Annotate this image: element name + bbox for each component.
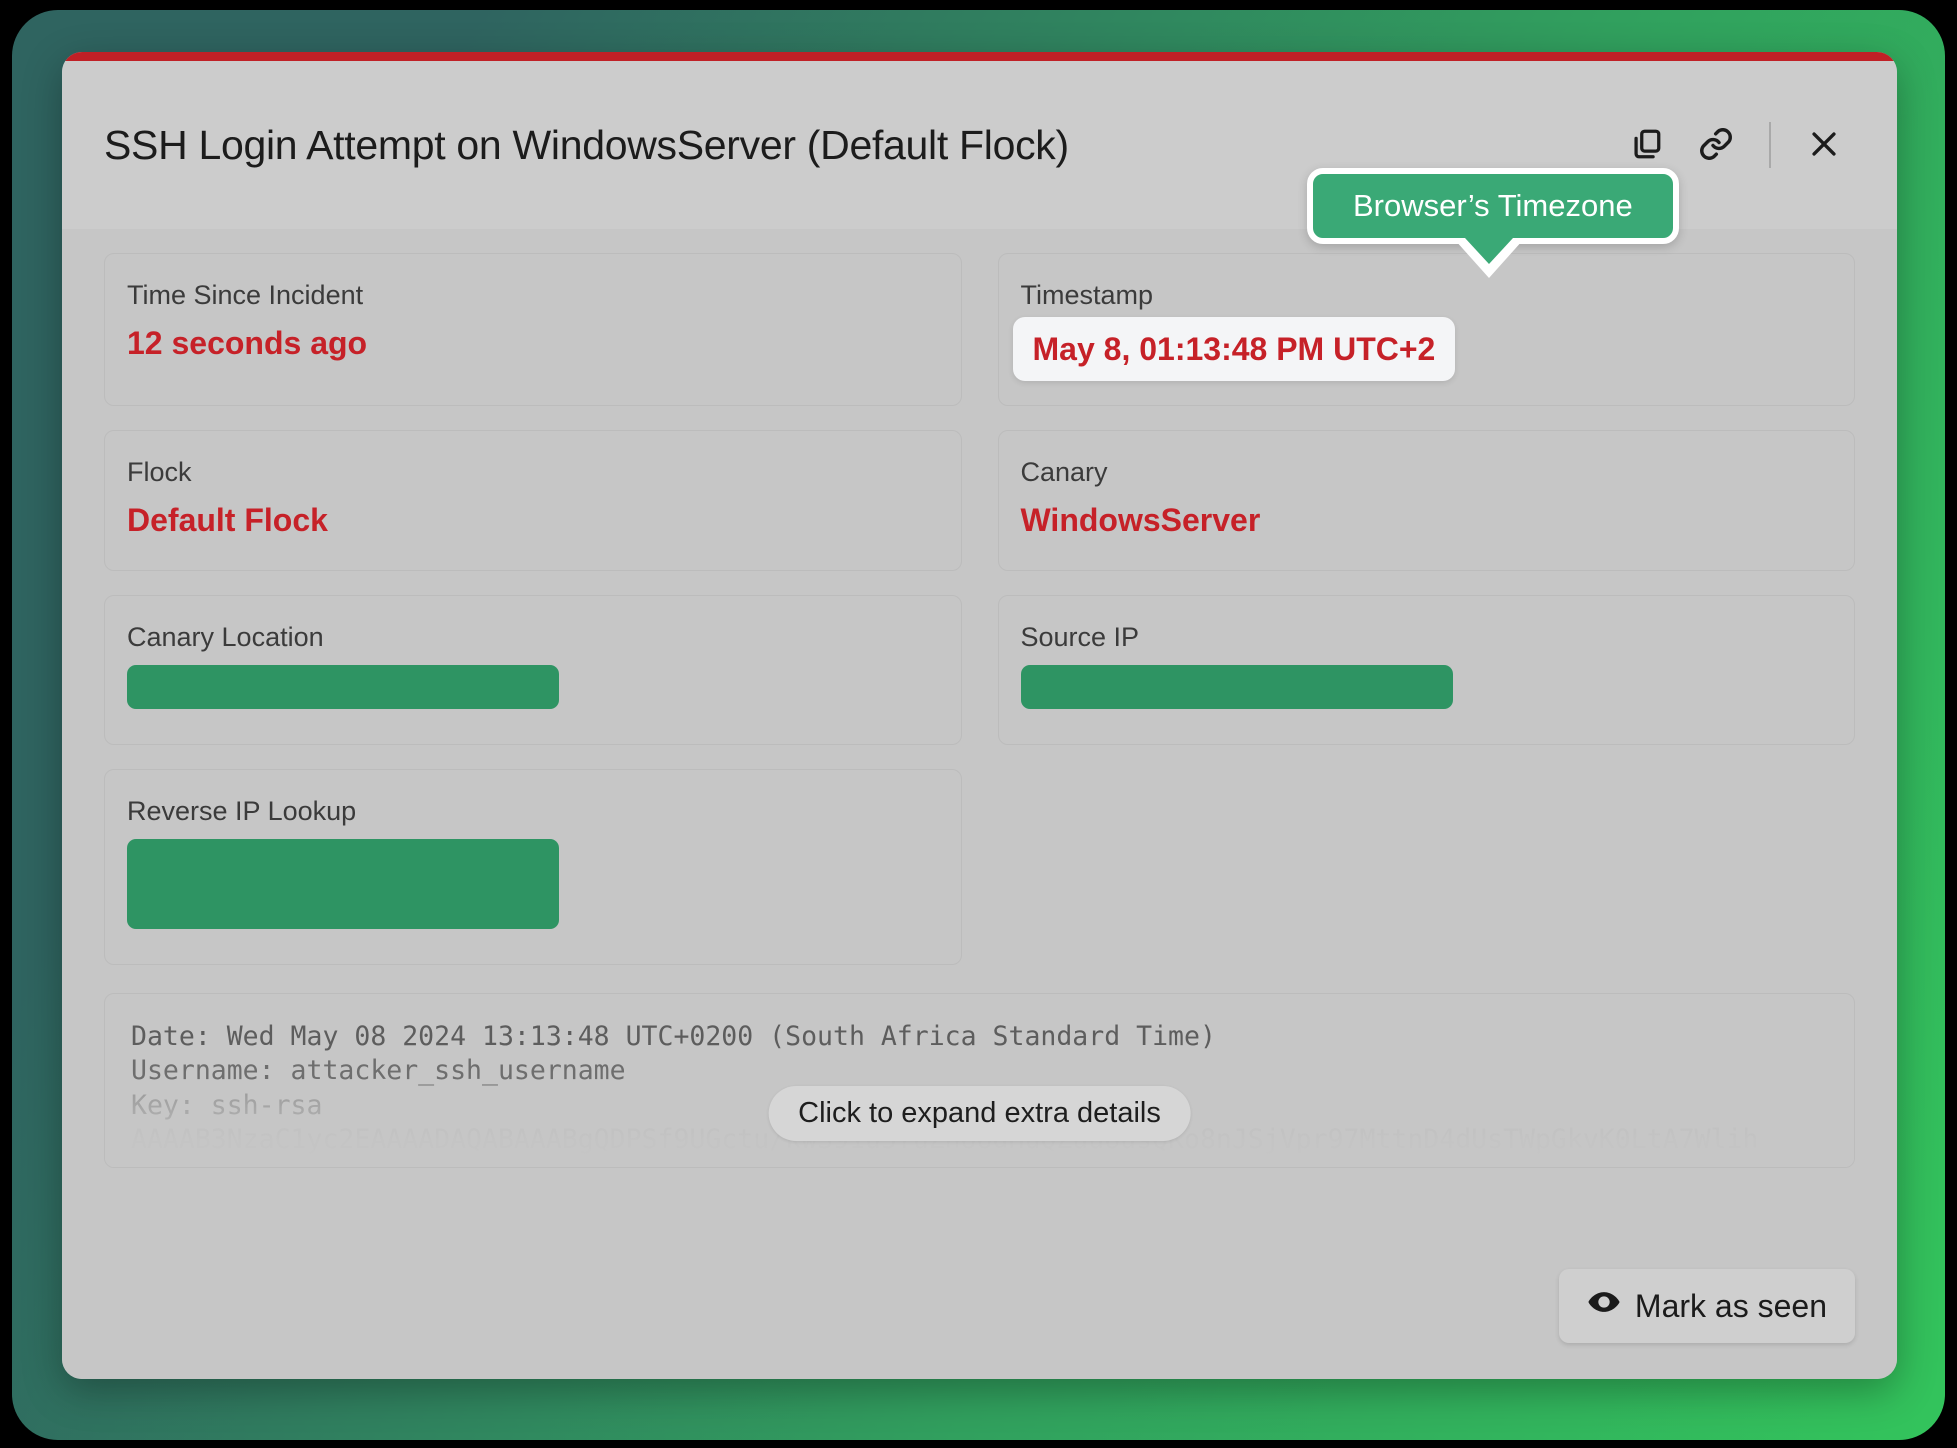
field-label: Flock bbox=[127, 457, 192, 487]
copy-icon bbox=[1629, 127, 1663, 164]
copy-link-button[interactable] bbox=[1685, 114, 1747, 176]
expand-details-hint[interactable]: Click to expand extra details bbox=[768, 1086, 1191, 1141]
details-line-date: Date: Wed May 08 2024 13:13:48 UTC+0200 … bbox=[131, 1021, 1216, 1052]
tooltip-arrow bbox=[1465, 238, 1513, 264]
header-divider bbox=[1769, 122, 1771, 168]
link-icon bbox=[1698, 126, 1734, 165]
modal-footer: Mark as seen bbox=[1558, 1269, 1855, 1343]
page-title: SSH Login Attempt on WindowsServer (Defa… bbox=[104, 121, 1069, 168]
mark-as-seen-button[interactable]: Mark as seen bbox=[1558, 1269, 1855, 1343]
redacted-value-reverse-ip-lookup bbox=[127, 839, 559, 929]
field-timestamp: Timestamp May 8, 01:13:48 PM UTC+2 bbox=[997, 253, 1855, 406]
field-canary-location: Canary Location bbox=[104, 595, 962, 745]
field-time-since-incident: Time Since Incident 12 seconds ago bbox=[104, 253, 962, 406]
field-label: Timestamp bbox=[1020, 280, 1154, 310]
field-label: Time Since Incident bbox=[127, 280, 364, 310]
field-value-timestamp[interactable]: May 8, 01:13:48 PM UTC+2 bbox=[1012, 317, 1456, 381]
field-canary: Canary WindowsServer bbox=[997, 430, 1855, 571]
eye-icon bbox=[1587, 1285, 1621, 1327]
extra-details-panel[interactable]: Date: Wed May 08 2024 13:13:48 UTC+0200 … bbox=[104, 993, 1855, 1168]
details-line-username: Username: attacker_ssh_username bbox=[131, 1055, 626, 1087]
copy-button[interactable] bbox=[1615, 114, 1677, 176]
grid-spacer bbox=[998, 769, 1856, 965]
redacted-value-canary-location bbox=[127, 665, 559, 709]
field-source-ip: Source IP bbox=[997, 595, 1855, 745]
modal-body: Time Since Incident 12 seconds ago Times… bbox=[62, 229, 1897, 1379]
field-value-flock: Default Flock bbox=[127, 502, 328, 538]
close-icon bbox=[1807, 127, 1841, 164]
field-value-canary: WindowsServer bbox=[1020, 502, 1261, 538]
redacted-value-source-ip bbox=[1020, 665, 1453, 709]
field-label: Canary bbox=[1020, 457, 1108, 487]
mark-as-seen-label: Mark as seen bbox=[1634, 1287, 1827, 1324]
tooltip-bubble: Browser’s Timezone bbox=[1307, 168, 1679, 244]
incident-modal: SSH Login Attempt on WindowsServer (Defa… bbox=[62, 52, 1897, 1379]
field-label: Canary Location bbox=[127, 622, 324, 652]
field-reverse-ip-lookup: Reverse IP Lookup bbox=[104, 769, 962, 965]
alert-accent-bar bbox=[62, 52, 1897, 61]
field-value-time-since-incident: 12 seconds ago bbox=[127, 325, 368, 361]
browser-timezone-tooltip: Browser’s Timezone bbox=[1307, 168, 1679, 278]
header-actions bbox=[1615, 114, 1855, 176]
field-label: Source IP bbox=[1020, 622, 1140, 652]
close-button[interactable] bbox=[1793, 114, 1855, 176]
field-flock: Flock Default Flock bbox=[104, 430, 962, 571]
field-label: Reverse IP Lookup bbox=[127, 796, 357, 826]
fields-grid: Time Since Incident 12 seconds ago Times… bbox=[104, 253, 1855, 965]
details-line-key: Key: ssh-rsa bbox=[131, 1089, 323, 1121]
